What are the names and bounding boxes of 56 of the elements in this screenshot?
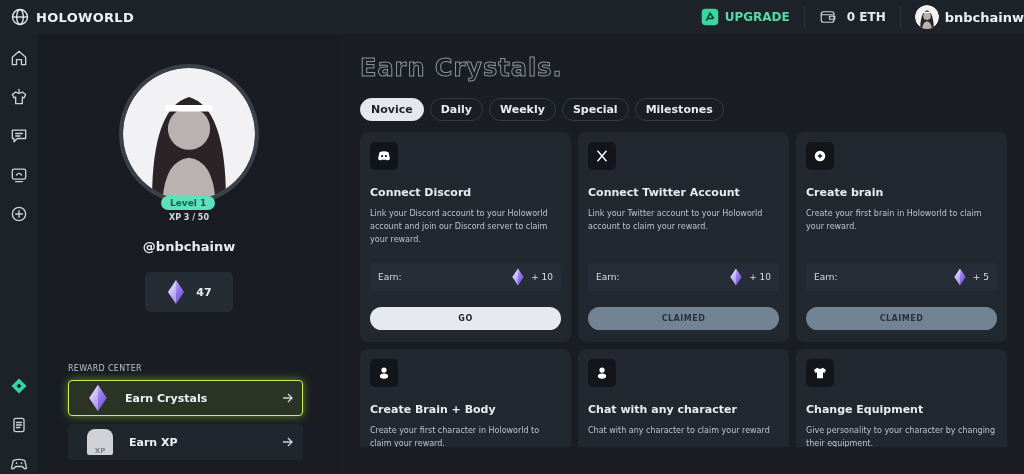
x-icon	[588, 142, 616, 170]
diamond-icon[interactable]	[9, 376, 29, 396]
upgrade-icon	[700, 8, 719, 26]
tab[interactable]: Novice	[360, 98, 424, 121]
task-button[interactable]: GO	[370, 307, 561, 330]
level-badge: Level 1	[161, 196, 216, 210]
task-title: Connect Discord	[370, 186, 473, 199]
discord-icon	[370, 142, 398, 170]
task-description: Link your Discord account to your Holoworld account and join our Discord server to claim your reward.	[370, 208, 549, 246]
arrow-icon	[282, 436, 294, 448]
upgrade-link[interactable]: UPGRADE	[686, 8, 804, 26]
tab[interactable]: Weekly	[488, 98, 556, 121]
task-description: Create your first character in Holoworld to claim your reward.	[370, 425, 541, 447]
shirt-icon	[806, 359, 834, 387]
crystal-icon	[729, 267, 744, 287]
xp-text: XP 3 / 50	[169, 213, 209, 222]
arrow-icon	[282, 392, 294, 404]
page-heading: Earn Crystals.	[360, 54, 564, 82]
user-avatar	[914, 5, 939, 29]
reward-menu-item[interactable]: Earn Crystals	[68, 380, 303, 416]
username: @bnbchainw	[142, 239, 236, 254]
task-title: Change Equipment	[806, 403, 925, 416]
home-icon[interactable]	[9, 48, 29, 68]
logo-text: HOLOWORLD	[36, 9, 134, 25]
logo-icon	[10, 7, 30, 27]
task-title: Connect Twitter Account	[588, 186, 741, 199]
add-icon	[806, 142, 834, 170]
task-description: Link your Twitter account to your Holoworld account to claim your reward.	[588, 208, 764, 233]
tab[interactable]: Milestones	[634, 98, 724, 121]
user-menu[interactable]: bnbchainw	[900, 5, 1024, 29]
person-icon	[588, 359, 616, 387]
shirt-icon[interactable]	[9, 87, 29, 107]
wallet-balance[interactable]: 0 ETH	[804, 8, 900, 26]
section-label: REWARD CENTER	[68, 364, 143, 373]
crystal-icon	[166, 279, 187, 305]
crystal-icon	[511, 267, 526, 287]
task-title: Create Brain + Body	[370, 403, 497, 416]
crystal-balance: 47	[145, 272, 233, 312]
task-description: Give personality to your character by changing their equipment.	[806, 425, 996, 447]
task-title: Chat with any character	[588, 403, 738, 416]
task-description: Chat with any character to claim your reward	[588, 425, 771, 437]
earn-label: Earn:	[814, 272, 838, 282]
task-title: Create brain	[806, 186, 885, 199]
wallet-icon	[818, 8, 837, 26]
reward-amount: + 10	[531, 272, 553, 282]
earn-label: Earn:	[596, 272, 620, 282]
earn-label: Earn:	[378, 272, 402, 282]
task-description: Create your first brain in Holoworld to claim your reward.	[806, 208, 983, 233]
crystal-icon	[952, 267, 967, 287]
tab[interactable]: Daily	[429, 98, 483, 121]
add-icon[interactable]	[9, 204, 29, 224]
reward-amount: + 5	[972, 272, 989, 282]
person-icon	[370, 359, 398, 387]
crystal-icon	[87, 383, 109, 413]
reward-amount: + 10	[749, 272, 771, 282]
tab[interactable]: Special	[561, 98, 629, 121]
